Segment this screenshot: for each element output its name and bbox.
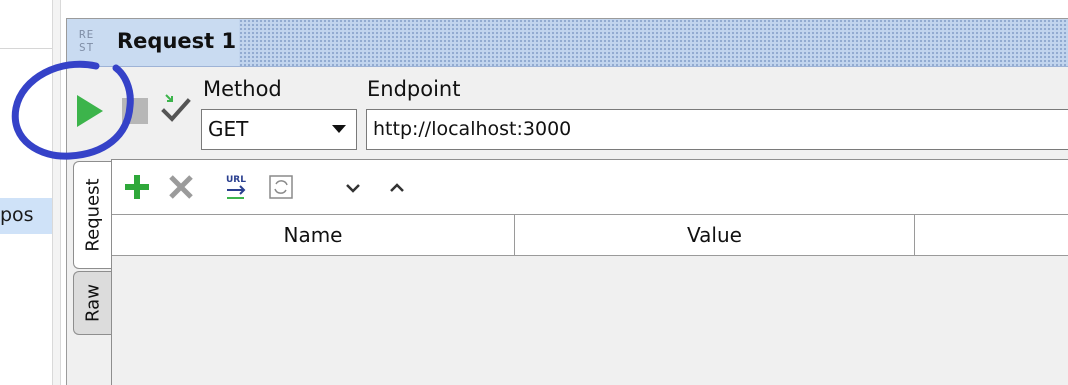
tab-raw-label: Raw <box>82 284 103 322</box>
navigator-panel: pos <box>0 0 52 385</box>
move-down-button[interactable] <box>338 172 368 202</box>
arrow-check-icon <box>161 94 191 122</box>
chevron-down-icon <box>346 184 360 193</box>
parameters-toolbar: URL <box>112 160 1068 214</box>
endpoint-label: Endpoint <box>367 77 461 101</box>
url-encode-icon: URL <box>226 175 246 199</box>
tab-request-label: Request <box>82 178 103 252</box>
navigator-item-label: pos <box>0 204 34 226</box>
refresh-icon <box>269 175 293 199</box>
window-title-bar[interactable]: RE ST Request 1 <box>67 19 1068 67</box>
request-window: RE ST Request 1 Method GET Endpoint http… <box>66 18 1068 385</box>
stop-button[interactable] <box>121 97 149 125</box>
remove-parameter-button[interactable] <box>166 172 196 202</box>
column-header-name[interactable]: Name <box>112 215 515 255</box>
navigator-selected-item[interactable]: pos <box>0 198 52 234</box>
rest-icon-line1: RE <box>79 28 95 41</box>
parameters-table-body[interactable] <box>112 256 1068 385</box>
chevron-up-icon <box>390 183 404 192</box>
method-select[interactable]: GET <box>201 109 357 150</box>
plus-icon <box>125 175 149 199</box>
endpoint-input[interactable]: http://localhost:3000 <box>366 109 1068 150</box>
rest-icon: RE ST <box>79 28 105 58</box>
request-side-tabs: Request Raw <box>73 161 113 385</box>
tab-request[interactable]: Request <box>73 161 111 269</box>
endpoint-value: http://localhost:3000 <box>373 118 572 140</box>
stop-icon <box>122 98 148 124</box>
check-auth-button[interactable] <box>161 93 191 127</box>
rest-icon-line2: ST <box>79 41 95 54</box>
chevron-down-icon <box>332 125 346 133</box>
svg-text:URL: URL <box>226 175 246 185</box>
tab-raw[interactable]: Raw <box>73 271 111 335</box>
url-encode-button[interactable]: URL <box>224 172 254 202</box>
sync-parameters-button[interactable] <box>266 172 296 202</box>
add-parameter-button[interactable] <box>122 172 152 202</box>
move-up-button[interactable] <box>382 172 412 202</box>
close-icon <box>169 175 193 199</box>
parameters-panel: URL Name Value <box>111 159 1068 385</box>
method-label: Method <box>203 77 282 101</box>
play-icon <box>77 95 103 127</box>
parameters-table-header: Name Value <box>112 214 1068 256</box>
column-header-value[interactable]: Value <box>515 215 915 255</box>
panel-splitter[interactable] <box>52 0 61 385</box>
soapui-screen: pos RE ST Request 1 Method GET Endpoint … <box>0 0 1068 385</box>
method-value: GET <box>208 117 249 141</box>
navigator-separator <box>0 48 52 49</box>
run-button[interactable] <box>75 94 105 128</box>
window-title: Request 1 <box>117 29 237 53</box>
